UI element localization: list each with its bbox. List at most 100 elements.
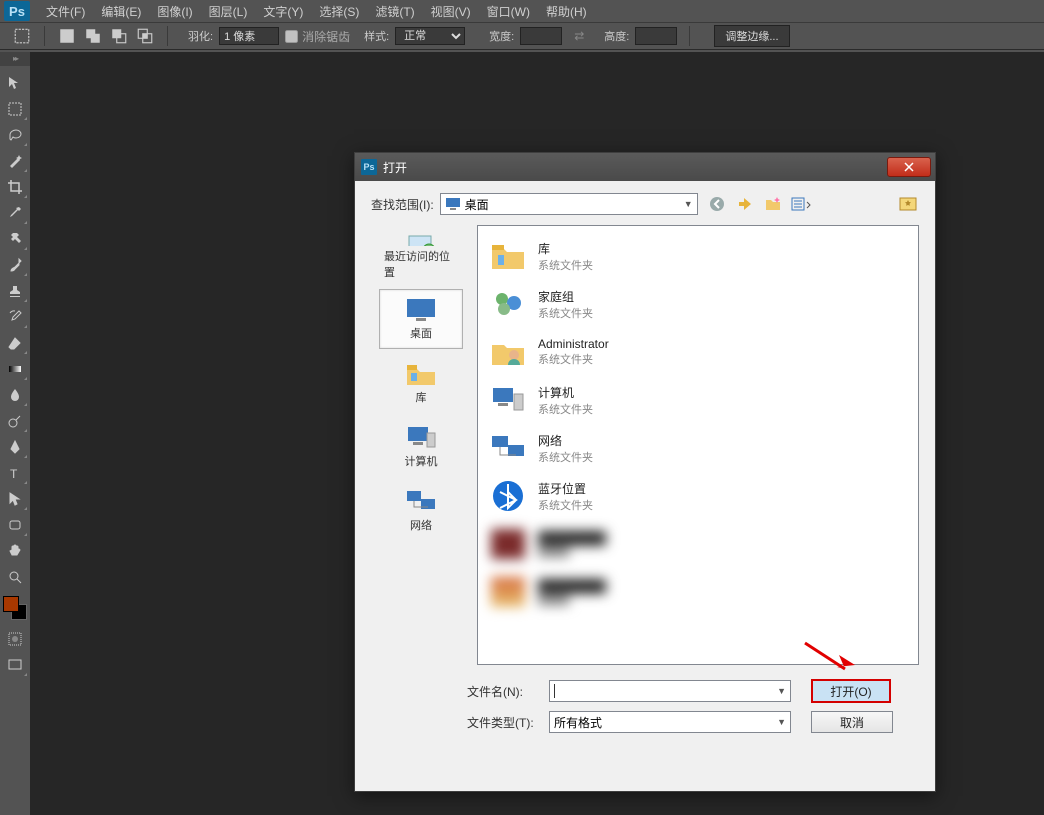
menu-file[interactable]: 文件(F) [38, 0, 93, 23]
recent-icon [405, 230, 437, 246]
marquee-tool-icon[interactable] [12, 26, 32, 46]
file-name: 家庭组 [538, 288, 593, 305]
libraries-icon [405, 361, 437, 387]
menu-help[interactable]: 帮助(H) [538, 0, 595, 23]
place-recent[interactable]: 最近访问的位置 [379, 225, 463, 285]
style-select[interactable]: 正常 [395, 27, 465, 45]
cancel-button[interactable]: 取消 [811, 711, 893, 733]
lasso-tool-icon[interactable] [1, 122, 29, 148]
file-item-libraries[interactable]: 库系统文件夹 [484, 232, 912, 280]
place-computer[interactable]: 计算机 [379, 417, 463, 477]
bluetooth-icon [488, 478, 528, 514]
antialias-label: 消除锯齿 [302, 28, 350, 45]
dialog-title: 打开 [383, 159, 887, 176]
eraser-tool-icon[interactable] [1, 330, 29, 356]
move-tool-icon[interactable] [1, 70, 29, 96]
file-item-bluetooth[interactable]: 蓝牙位置系统文件夹 [484, 472, 912, 520]
image-thumb [488, 526, 528, 562]
zoom-tool-icon[interactable] [1, 564, 29, 590]
open-dialog: Ps 打开 查找范围(I): 桌面 ▼ [354, 152, 936, 792]
dialog-titlebar[interactable]: Ps 打开 [355, 153, 935, 181]
text-tool-icon[interactable]: T [1, 460, 29, 486]
antialias-checkbox[interactable]: 消除锯齿 [285, 28, 350, 45]
quickmask-icon[interactable] [1, 626, 29, 652]
menu-image[interactable]: 图像(I) [149, 0, 200, 23]
place-network[interactable]: 网络 [379, 481, 463, 541]
width-input [520, 27, 562, 45]
pen-tool-icon[interactable] [1, 434, 29, 460]
shape-tool-icon[interactable] [1, 512, 29, 538]
file-type: 系统文件夹 [538, 497, 593, 513]
filetype-select[interactable]: 所有格式 ▼ [549, 711, 791, 733]
place-libraries[interactable]: 库 [379, 353, 463, 413]
network-icon [405, 489, 437, 515]
file-item-network[interactable]: 网络系统文件夹 [484, 424, 912, 472]
file-type: 系统文件夹 [538, 449, 593, 465]
hand-tool-icon[interactable] [1, 538, 29, 564]
place-desktop[interactable]: 桌面 [379, 289, 463, 349]
lookin-select[interactable]: 桌面 ▼ [440, 193, 698, 215]
favorites-icon[interactable] [897, 193, 919, 215]
foreground-color[interactable] [3, 596, 19, 612]
marquee-tool-icon[interactable] [1, 96, 29, 122]
divider [167, 26, 168, 46]
selection-new-icon[interactable] [57, 26, 77, 46]
divider [689, 26, 690, 46]
chevron-down-icon: ▼ [777, 717, 786, 727]
filename-label: 文件名(N): [467, 683, 549, 700]
eyedropper-tool-icon[interactable] [1, 200, 29, 226]
file-item-computer[interactable]: 计算机系统文件夹 [484, 376, 912, 424]
file-type: 系统文件夹 [538, 257, 593, 273]
menu-window[interactable]: 窗口(W) [479, 0, 538, 23]
place-label: 计算机 [405, 453, 438, 469]
menu-select[interactable]: 选择(S) [311, 0, 367, 23]
place-label: 桌面 [410, 325, 432, 341]
style-label: 样式: [364, 28, 389, 44]
open-button[interactable]: 打开(O) [811, 679, 891, 703]
selection-add-icon[interactable] [83, 26, 103, 46]
user-folder-icon [488, 334, 528, 370]
places-bar: 最近访问的位置 桌面 库 计算机 网络 [371, 225, 471, 665]
view-menu-icon[interactable] [790, 193, 812, 215]
wand-tool-icon[interactable] [1, 148, 29, 174]
file-item-homegroup[interactable]: 家庭组系统文件夹 [484, 280, 912, 328]
gradient-tool-icon[interactable] [1, 356, 29, 382]
file-item-user[interactable]: Administrator系统文件夹 [484, 328, 912, 376]
blur-tool-icon[interactable] [1, 382, 29, 408]
computer-icon [405, 425, 437, 451]
healing-tool-icon[interactable] [1, 226, 29, 252]
file-name: 计算机 [538, 384, 593, 401]
file-list[interactable]: 库系统文件夹 家庭组系统文件夹 Administrator系统文件夹 计算机系统… [477, 225, 919, 665]
history-brush-icon[interactable] [1, 304, 29, 330]
new-folder-icon[interactable] [762, 193, 784, 215]
close-button[interactable] [887, 157, 931, 177]
stamp-tool-icon[interactable] [1, 278, 29, 304]
file-item-redacted[interactable]: ████████████ [484, 568, 912, 616]
screenmode-icon[interactable] [1, 652, 29, 678]
menu-layer[interactable]: 图层(L) [201, 0, 256, 23]
filetype-label: 文件类型(T): [467, 714, 549, 731]
filename-input[interactable]: ▼ [549, 680, 791, 702]
dodge-tool-icon[interactable] [1, 408, 29, 434]
path-select-icon[interactable] [1, 486, 29, 512]
feather-input[interactable] [219, 27, 279, 45]
svg-text:T: T [10, 467, 18, 481]
selection-subtract-icon[interactable] [109, 26, 129, 46]
menu-edit[interactable]: 编辑(E) [93, 0, 149, 23]
back-icon[interactable] [706, 193, 728, 215]
menu-view[interactable]: 视图(V) [423, 0, 479, 23]
menu-filter[interactable]: 滤镜(T) [367, 0, 422, 23]
crop-tool-icon[interactable] [1, 174, 29, 200]
up-icon[interactable] [734, 193, 756, 215]
divider [44, 26, 45, 46]
feather-label: 羽化: [188, 28, 213, 44]
desktop-icon [445, 197, 461, 211]
refine-edge-button[interactable]: 调整边缘... [714, 25, 789, 47]
selection-intersect-icon[interactable] [135, 26, 155, 46]
file-item-redacted[interactable]: ████████████ [484, 520, 912, 568]
menu-type[interactable]: 文字(Y) [255, 0, 311, 23]
brush-tool-icon[interactable] [1, 252, 29, 278]
color-swatches[interactable] [3, 596, 27, 620]
filetype-value: 所有格式 [554, 714, 602, 731]
swap-wh-icon: ⇄ [574, 29, 584, 43]
